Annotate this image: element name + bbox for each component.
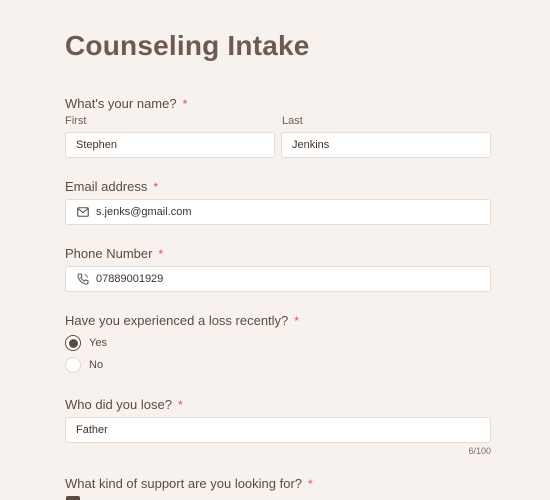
radio-option-yes[interactable]: Yes (65, 335, 107, 351)
support-question-text: What kind of support are you looking for… (65, 476, 303, 491)
email-question-text: Email address (65, 179, 148, 194)
who-input[interactable]: Father (65, 417, 491, 443)
support-question-label: What kind of support are you looking for… (65, 476, 313, 491)
support-checkbox[interactable] (66, 496, 80, 500)
required-asterisk: * (294, 314, 299, 328)
mail-icon (76, 205, 90, 219)
required-asterisk: * (177, 398, 183, 412)
last-name-input[interactable]: Jenkins (281, 132, 491, 158)
who-value: Father (76, 424, 108, 436)
last-name-label: Last (282, 115, 303, 127)
phone-icon (76, 272, 90, 286)
email-field[interactable]: s.jenks@gmail.com (65, 199, 491, 225)
radio-option-no[interactable]: No (65, 357, 103, 373)
loss-question-text: Have you experienced a loss recently? (65, 313, 289, 328)
first-name-value: Stephen (76, 139, 117, 151)
first-name-label: First (65, 115, 87, 127)
radio-selected-dot (68, 338, 78, 348)
email-question-label: Email address * (65, 179, 158, 194)
required-asterisk: * (182, 97, 188, 111)
radio-label-no: No (89, 359, 104, 371)
page-title: Counseling Intake (65, 30, 310, 61)
who-question-text: Who did you lose? (65, 397, 172, 412)
first-name-input[interactable]: Stephen (65, 132, 275, 158)
loss-question-label: Have you experienced a loss recently? * (65, 313, 299, 328)
phone-field[interactable]: 07889001929 (65, 266, 491, 292)
radio-button-no[interactable] (65, 357, 81, 373)
who-question-label: Who did you lose? * (65, 397, 183, 412)
required-asterisk: * (308, 477, 313, 491)
required-asterisk: * (153, 180, 159, 194)
radio-label-yes: Yes (89, 337, 107, 349)
phone-question-text: Phone Number (65, 246, 153, 261)
required-asterisk: * (158, 247, 164, 261)
character-counter: 6/100 (468, 446, 491, 456)
radio-button-yes[interactable] (65, 335, 81, 351)
phone-value: 07889001929 (96, 273, 164, 285)
phone-question-label: Phone Number * (65, 246, 163, 261)
last-name-value: Jenkins (292, 139, 330, 151)
name-question-text: What's your name? (65, 96, 177, 111)
name-question-label: What's your name? * (65, 96, 187, 111)
email-value: s.jenks@gmail.com (96, 206, 192, 218)
intake-form-page: Counseling Intake What's your name? * Fir… (0, 0, 550, 500)
